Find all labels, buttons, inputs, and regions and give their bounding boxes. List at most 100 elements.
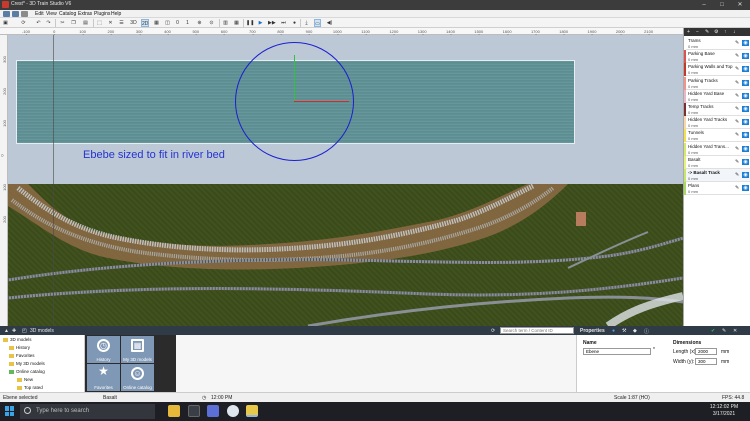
camera-icon[interactable]: ▭ bbox=[314, 19, 321, 27]
edit-layer-icon[interactable]: ✎ bbox=[735, 185, 739, 191]
tile-history[interactable]: ◷ History bbox=[87, 336, 120, 363]
file-explorer-icon[interactable] bbox=[168, 405, 180, 417]
edit-layer-icon[interactable]: ✎ bbox=[735, 119, 739, 125]
taskbar-search[interactable]: Type here to search bbox=[20, 404, 155, 419]
menu-help[interactable]: Help bbox=[111, 11, 121, 17]
tile-online-catalog[interactable]: ☺ Online catalog bbox=[121, 364, 154, 391]
tree-item-top-rated[interactable]: Top rated bbox=[17, 385, 43, 390]
copy-icon[interactable]: ❐ bbox=[70, 19, 77, 27]
train-studio-taskbar-icon[interactable] bbox=[246, 405, 258, 417]
visibility-eye-icon[interactable]: ◉ bbox=[742, 79, 749, 86]
measure-icon[interactable]: ▥ bbox=[222, 19, 229, 27]
terrain-area[interactable] bbox=[8, 184, 683, 326]
layer-row[interactable]: Hidden Yard Trans... 0 mm ✎ ◉ bbox=[684, 142, 750, 156]
layer-row[interactable]: Parking Base 0 mm ✎ ◉ bbox=[684, 50, 750, 64]
close-icon[interactable]: ✕ bbox=[731, 0, 749, 10]
properties-tool-icon[interactable]: ⚒ bbox=[622, 328, 626, 334]
visibility-eye-icon[interactable]: ◉ bbox=[742, 119, 749, 126]
zoom-in-icon[interactable]: ⊕ bbox=[196, 19, 203, 27]
x-axis-gizmo[interactable] bbox=[294, 101, 349, 102]
edit-layer-icon[interactable]: ✎ bbox=[735, 132, 739, 138]
minimize-icon[interactable]: – bbox=[695, 0, 713, 10]
layer-settings-icon[interactable]: ⚙ bbox=[714, 29, 718, 35]
collapse-icon[interactable]: ▲ bbox=[4, 328, 9, 334]
tree-item-online-catalog[interactable]: Online catalog bbox=[9, 369, 45, 374]
fast-forward-icon[interactable]: ▶▶ bbox=[268, 19, 276, 27]
maximize-icon[interactable]: □ bbox=[713, 0, 731, 10]
layer-row[interactable]: Hidden Yard Tracks 0 mm ✎ ◉ bbox=[684, 116, 750, 130]
menu-extras[interactable]: Extras bbox=[78, 11, 92, 17]
visibility-eye-icon[interactable]: ◉ bbox=[742, 66, 749, 73]
visibility-eye-icon[interactable]: ◉ bbox=[742, 106, 749, 112]
layer-number[interactable]: 0 bbox=[174, 19, 181, 27]
edit-layer-icon[interactable]: ✎ bbox=[735, 40, 739, 46]
redo-icon[interactable]: ↷ bbox=[45, 19, 52, 27]
edit-layer-icon[interactable]: ✎ bbox=[705, 29, 709, 35]
sound-icon[interactable]: ◀) bbox=[326, 19, 333, 27]
target-icon[interactable]: ⊙ bbox=[208, 19, 215, 27]
models-dock-icon[interactable]: ◰ bbox=[22, 328, 27, 334]
taskbar-clock[interactable]: 12:12:02 PM 3/17/2021 bbox=[700, 404, 748, 418]
tree-item-history[interactable]: History bbox=[9, 345, 30, 350]
save-icon[interactable]: ▣ bbox=[2, 19, 9, 27]
refresh-icon[interactable]: ⟳ bbox=[20, 19, 27, 27]
edit-layer-icon[interactable]: ✎ bbox=[735, 172, 739, 178]
menu-plugins[interactable]: Plugins bbox=[94, 11, 110, 17]
visibility-eye-icon[interactable]: ◉ bbox=[742, 185, 749, 192]
menu-view[interactable]: View bbox=[46, 11, 57, 17]
layer-row[interactable]: Tunnels 0 mm ✎ ◉ bbox=[684, 129, 750, 143]
skip-icon[interactable]: ⏭ bbox=[280, 19, 287, 27]
menu-edit[interactable]: Edit bbox=[35, 11, 44, 17]
length-field[interactable] bbox=[695, 348, 717, 355]
select-icon[interactable]: ⬚ bbox=[96, 19, 103, 27]
layer-row[interactable]: Temp Tracks 0 mm ✎ ◉ bbox=[684, 103, 750, 116]
layer-row[interactable]: Plans 0 mm ✎ ◉ bbox=[684, 182, 750, 196]
properties-info-icon[interactable]: ● bbox=[612, 328, 615, 334]
layer-row[interactable]: -> Basalt Track 0 mm ✎ ◉ bbox=[684, 169, 750, 182]
properties-pin-icon[interactable]: ✎ bbox=[722, 328, 726, 334]
browser-icon[interactable] bbox=[227, 405, 239, 417]
visibility-eye-icon[interactable]: ◉ bbox=[742, 172, 749, 178]
tree-item-new[interactable]: New bbox=[17, 377, 33, 382]
zoom-number[interactable]: 1 bbox=[184, 19, 191, 27]
menu-catalog[interactable]: Catalog bbox=[59, 11, 76, 17]
task-view-icon[interactable] bbox=[188, 405, 200, 417]
edit-layer-icon[interactable]: ✎ bbox=[735, 146, 739, 152]
remove-layer-icon[interactable]: − bbox=[696, 29, 699, 35]
edit-layer-icon[interactable]: ✎ bbox=[735, 159, 739, 165]
edit-layer-icon[interactable]: ✎ bbox=[735, 80, 739, 86]
move-up-icon[interactable]: ↑ bbox=[724, 29, 727, 35]
tree-item-3d-models[interactable]: 3D models bbox=[3, 337, 32, 342]
paste-icon[interactable]: ▤ bbox=[82, 19, 89, 27]
visibility-eye-icon[interactable]: ◉ bbox=[742, 92, 749, 99]
refresh-catalog-icon[interactable]: ⟳ bbox=[491, 328, 495, 334]
edit-layer-icon[interactable]: ✎ bbox=[735, 66, 739, 72]
properties-help-icon[interactable]: ⓘ bbox=[644, 328, 649, 335]
layer-row[interactable]: Basalt 0 mm ✎ ◉ bbox=[684, 155, 750, 169]
name-field[interactable] bbox=[583, 348, 651, 355]
visibility-eye-icon[interactable]: ◉ bbox=[742, 53, 749, 60]
grid-icon[interactable]: ▦ bbox=[153, 19, 160, 27]
edit-layer-icon[interactable]: ✎ bbox=[735, 106, 739, 112]
add-layer-icon[interactable]: + bbox=[687, 29, 690, 35]
edit-layer-icon[interactable]: ✎ bbox=[735, 53, 739, 59]
visibility-eye-icon[interactable]: ◉ bbox=[742, 158, 749, 165]
start-button[interactable] bbox=[5, 406, 15, 416]
play-icon[interactable]: ▶ bbox=[257, 19, 264, 27]
view-2d-button[interactable]: 2D bbox=[141, 19, 150, 27]
save-quick-icon[interactable] bbox=[3, 11, 10, 17]
properties-close-icon[interactable]: ✕ bbox=[733, 328, 737, 334]
record-icon[interactable]: ● bbox=[291, 19, 298, 27]
edit-layer-icon[interactable]: ✎ bbox=[735, 93, 739, 99]
view-3d-button[interactable]: 3D bbox=[130, 19, 137, 27]
list-icon[interactable]: ☰ bbox=[118, 19, 125, 27]
layer-row[interactable]: Parking Tracks 0 mm ✎ ◉ bbox=[684, 76, 750, 90]
grid-snap-icon[interactable]: ▦ bbox=[233, 19, 240, 27]
tree-item-my-3d-models[interactable]: My 3D models bbox=[9, 361, 45, 366]
visibility-eye-icon[interactable]: ◉ bbox=[742, 132, 749, 139]
delete-icon[interactable]: ✕ bbox=[107, 19, 114, 27]
move-down-icon[interactable]: ↓ bbox=[733, 29, 736, 35]
properties-filter-icon[interactable]: ◆ bbox=[633, 328, 637, 334]
pause-icon[interactable]: ❚❚ bbox=[246, 19, 254, 27]
tile-favorites[interactable]: ★ Favorites bbox=[87, 364, 120, 391]
